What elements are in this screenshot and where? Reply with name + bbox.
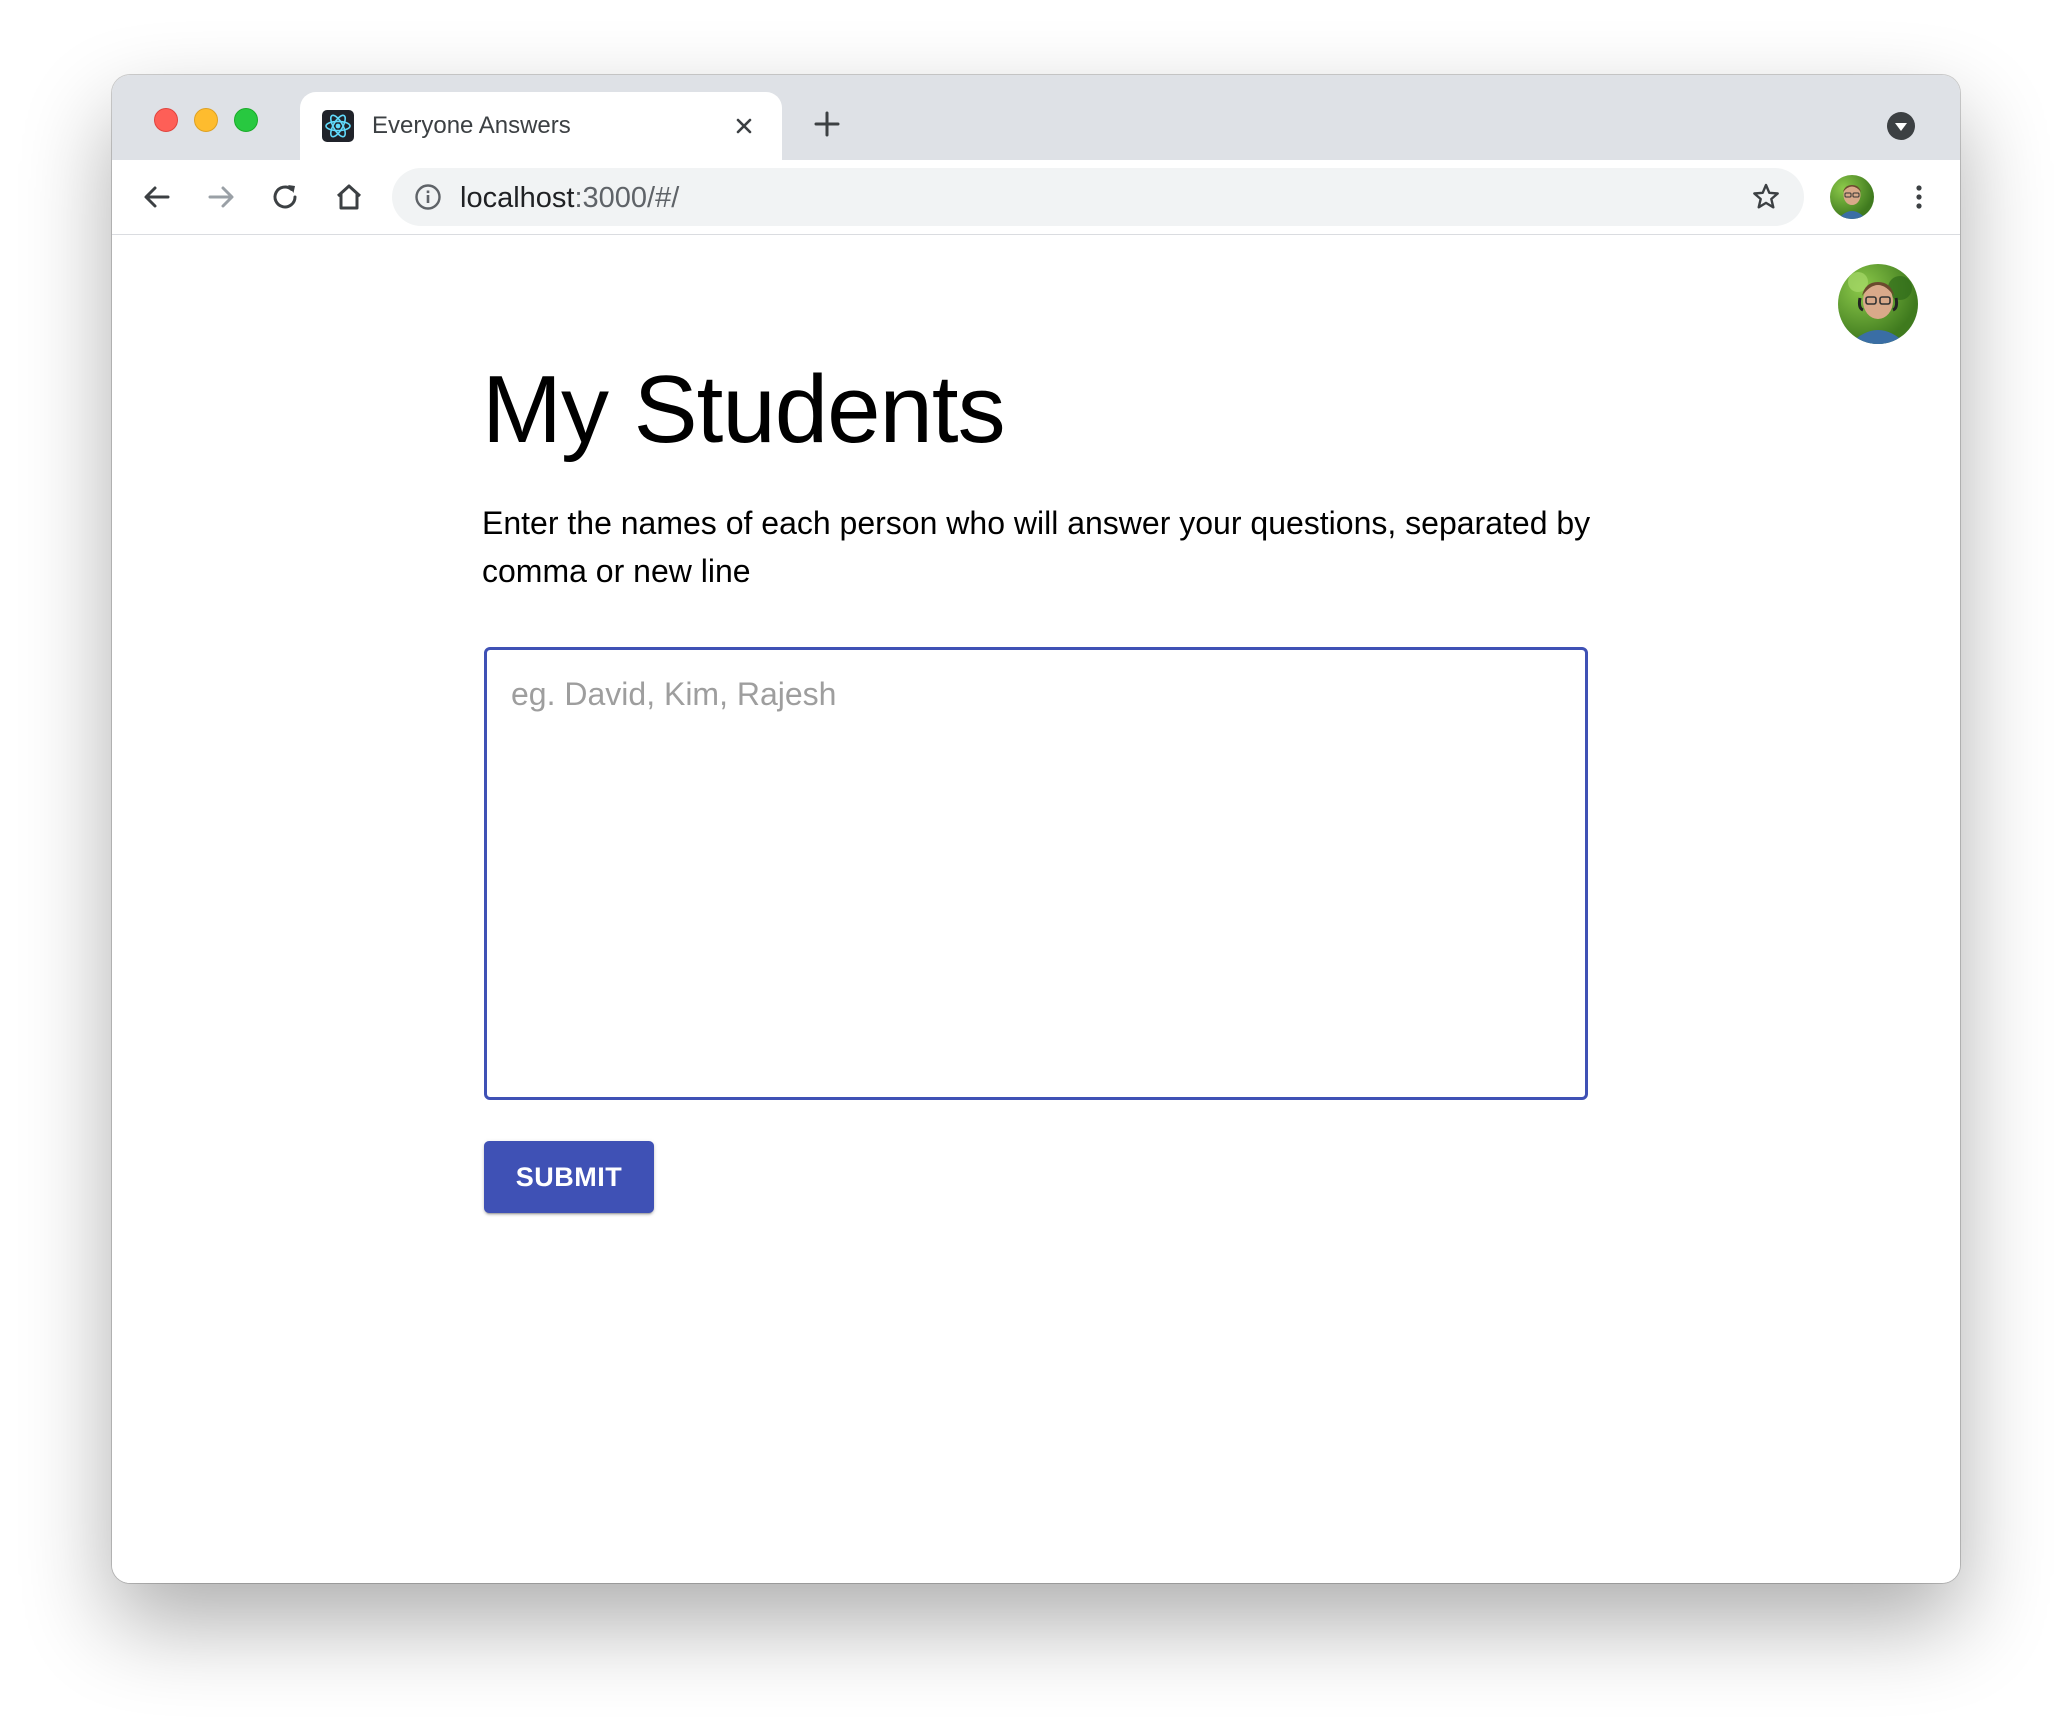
star-icon[interactable] <box>1750 181 1782 213</box>
instructions-text: Enter the names of each person who will … <box>482 505 1591 589</box>
maximize-window-button[interactable] <box>234 108 258 132</box>
home-icon[interactable] <box>332 180 366 214</box>
close-window-button[interactable] <box>154 108 178 132</box>
tab-strip: Everyone Answers <box>112 75 1960 160</box>
tab-title: Everyone Answers <box>372 112 571 139</box>
url-text: localhost:3000/#/ <box>460 182 679 215</box>
url-host: localhost <box>460 182 575 214</box>
browser-window: Everyone Answers localhost:3000/#/ My St… <box>112 75 1960 1583</box>
plus-icon[interactable] <box>810 107 844 141</box>
url-path: :3000/#/ <box>574 182 680 214</box>
info-icon[interactable] <box>414 183 442 211</box>
page-content: My Students Enter the names of each pers… <box>112 235 1960 1583</box>
tab-everyone-answers[interactable]: Everyone Answers <box>300 92 782 160</box>
address-bar[interactable]: localhost:3000/#/ <box>392 168 1804 226</box>
profile-avatar[interactable] <box>1830 175 1874 219</box>
arrow-right-icon[interactable] <box>204 180 238 214</box>
page-title: My Students <box>482 356 1006 463</box>
student-names-input[interactable] <box>484 647 1588 1100</box>
arrow-left-icon[interactable] <box>140 180 174 214</box>
more-vert-icon[interactable] <box>1902 180 1936 214</box>
react-logo-icon <box>322 110 354 142</box>
screen: Everyone Answers localhost:3000/#/ My St… <box>0 0 2066 1726</box>
submit-button[interactable]: SUBMIT <box>484 1141 654 1213</box>
reload-icon[interactable] <box>268 180 302 214</box>
chevron-down-icon[interactable] <box>1886 111 1916 141</box>
user-avatar[interactable] <box>1838 264 1918 344</box>
browser-toolbar: localhost:3000/#/ <box>112 160 1960 235</box>
minimize-window-button[interactable] <box>194 108 218 132</box>
close-icon[interactable] <box>728 110 760 142</box>
